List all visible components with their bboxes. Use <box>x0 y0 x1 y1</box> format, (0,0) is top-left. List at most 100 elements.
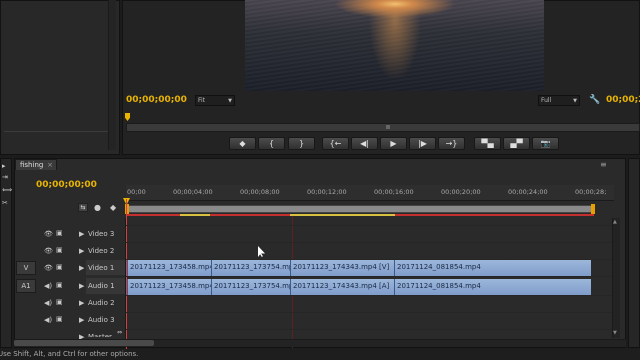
play-button[interactable]: ▶ <box>380 137 407 150</box>
ruler-tick-label: 00;00;04;00 <box>173 188 213 196</box>
eye-icon[interactable]: 👁 <box>44 248 53 255</box>
lock-icon[interactable]: ▣ <box>56 230 63 237</box>
lock-icon[interactable]: ▣ <box>56 282 63 289</box>
program-video-frame <box>245 0 544 91</box>
work-area-bar[interactable] <box>126 205 594 213</box>
lock-icon[interactable]: ▣ <box>56 247 63 254</box>
quality-dropdown[interactable]: Full ▼ <box>538 95 580 106</box>
step-forward-icon: |▶ <box>418 138 427 148</box>
lock-icon[interactable]: ▣ <box>56 299 63 306</box>
expand-track-icon[interactable]: ▶ <box>79 300 84 307</box>
fit-dropdown[interactable]: Fit ▼ <box>195 95 235 106</box>
ruler-tick-label: 00;00;20;00 <box>441 188 481 196</box>
eye-icon[interactable]: 👁 <box>44 231 53 238</box>
expand-track-icon[interactable]: ▶ <box>79 283 84 290</box>
expand-track-icon[interactable]: ▶ <box>79 265 84 272</box>
video-clip[interactable]: 20171123_174343.mp4 [V] <box>290 260 394 276</box>
lock-icon[interactable]: ▣ <box>56 264 63 271</box>
audio-output-icon[interactable]: ⇔ <box>117 330 122 336</box>
audio-clip[interactable]: 20171123_173458.mp4 [ <box>127 279 211 295</box>
ruler-tick-label: 00;00;16;00 <box>374 188 414 196</box>
track-name-audio-2: Audio 2 <box>88 299 115 307</box>
track-name-master: Master <box>88 333 112 337</box>
horizontal-scroll-thumb[interactable] <box>14 340 154 346</box>
scroll-up-arrow-icon[interactable]: ▲ <box>613 219 617 225</box>
track-target-highlight <box>86 278 125 294</box>
go-to-in-icon: {← <box>329 138 342 148</box>
speaker-icon[interactable]: ◀) <box>44 317 52 324</box>
video-clip[interactable]: 20171124_081854.mp4 <box>394 260 591 276</box>
speaker-icon[interactable]: ◀) <box>44 283 52 290</box>
step-forward-button[interactable]: |▶ <box>409 137 436 150</box>
expand-track-icon[interactable]: ▶ <box>79 248 84 255</box>
go-to-out-button[interactable]: →} <box>438 137 465 150</box>
mark-out-button[interactable]: } <box>288 137 315 150</box>
audio-clip[interactable]: 20171123_173754.mp4 <box>211 279 290 295</box>
video-clip[interactable]: 20171123_173754.mp4 <box>211 260 290 276</box>
lift-button[interactable]: ▀▄ <box>474 137 501 150</box>
selection-tool-icon[interactable]: ▸ <box>2 162 6 170</box>
status-text: Use Shift, Alt, and Ctrl for other optio… <box>0 350 139 358</box>
ruler-tick-label: 00;00 <box>127 188 146 196</box>
speaker-icon[interactable]: ◀) <box>44 300 52 307</box>
source-scrollbar[interactable] <box>108 0 116 150</box>
audio-clip[interactable]: 20171123_174343.mp4 [A] <box>290 279 394 295</box>
source-track-indicator-a1[interactable]: A1 <box>16 279 36 293</box>
mark-out-icon: } <box>298 138 305 148</box>
program-scrub-bar[interactable] <box>126 123 640 132</box>
ripple-edit-tool-icon[interactable]: ⟺ <box>2 186 12 194</box>
mark-in-icon: { <box>268 138 275 148</box>
status-bar: Use Shift, Alt, and Ctrl for other optio… <box>0 349 640 360</box>
timeline-tab-label: fishing <box>20 161 44 169</box>
go-to-in-button[interactable]: {← <box>322 137 349 150</box>
export-frame-icon: 📷 <box>540 138 551 148</box>
marker-pin-icon[interactable]: ◆ <box>110 203 116 212</box>
chevron-down-icon: ▼ <box>228 98 232 104</box>
ruler-tick-label: 00;00;24;00 <box>508 188 548 196</box>
source-panel-divider <box>4 131 108 132</box>
wrench-icon[interactable]: 🔧 <box>589 95 600 105</box>
eye-icon[interactable]: 👁 <box>44 265 53 272</box>
lock-icon[interactable]: ▣ <box>56 316 63 323</box>
quality-dropdown-label: Full <box>541 97 552 104</box>
export-frame-button[interactable]: 📷 <box>532 137 559 150</box>
timeline-timecode[interactable]: 00;00;00;00 <box>36 180 97 190</box>
track-name-video-2: Video 2 <box>88 247 115 255</box>
render-bar-rendered <box>180 214 210 216</box>
close-icon[interactable]: × <box>47 161 53 169</box>
timeline-tab[interactable]: fishing × <box>15 159 57 170</box>
marker-icon: ◆ <box>239 138 246 148</box>
source-track-indicator-v[interactable]: V <box>16 261 36 275</box>
add-marker-icon[interactable]: ● <box>94 203 101 212</box>
track-divider <box>126 242 614 243</box>
go-to-out-icon: →} <box>445 138 458 148</box>
timeline-vertical-scrollbar[interactable] <box>612 218 620 338</box>
scrub-center-handle <box>386 125 390 129</box>
track-target-highlight <box>86 260 125 275</box>
expand-track-icon[interactable]: ▶ <box>79 317 84 324</box>
track-divider <box>126 276 614 277</box>
chevron-down-icon: ▼ <box>573 98 577 104</box>
mark-in-button[interactable]: { <box>258 137 285 150</box>
step-back-button[interactable]: ◀| <box>351 137 378 150</box>
step-back-icon: ◀| <box>360 138 369 148</box>
expand-track-icon[interactable]: ▶ <box>79 231 84 238</box>
panel-menu-icon[interactable]: ≡ <box>600 160 607 169</box>
track-divider <box>126 225 614 226</box>
ruler-tick-label: 00;00;12;00 <box>307 188 347 196</box>
render-bar-rendered <box>290 214 395 216</box>
track-divider <box>126 295 614 296</box>
extract-button[interactable]: ▄▀ <box>503 137 530 150</box>
audio-clip[interactable]: 20171124_081854.mp4 <box>394 279 591 295</box>
work-area-end-handle[interactable] <box>591 204 595 214</box>
program-timecode[interactable]: 00;00;00;00 <box>126 95 187 105</box>
snap-icon[interactable]: ⇆ <box>78 203 88 212</box>
track-divider <box>126 312 614 313</box>
scroll-down-arrow-icon[interactable]: ▼ <box>613 330 617 336</box>
ruler-tick-label: 00;00;28; <box>575 188 607 196</box>
razor-tool-icon[interactable]: ✂ <box>2 199 8 207</box>
video-clip[interactable]: 20171123_173458.mp4 [ <box>127 260 211 276</box>
track-select-tool-icon[interactable]: ⇥ <box>2 173 8 181</box>
audio-meters-panel <box>628 158 640 348</box>
add-marker-button[interactable]: ◆ <box>229 137 256 150</box>
